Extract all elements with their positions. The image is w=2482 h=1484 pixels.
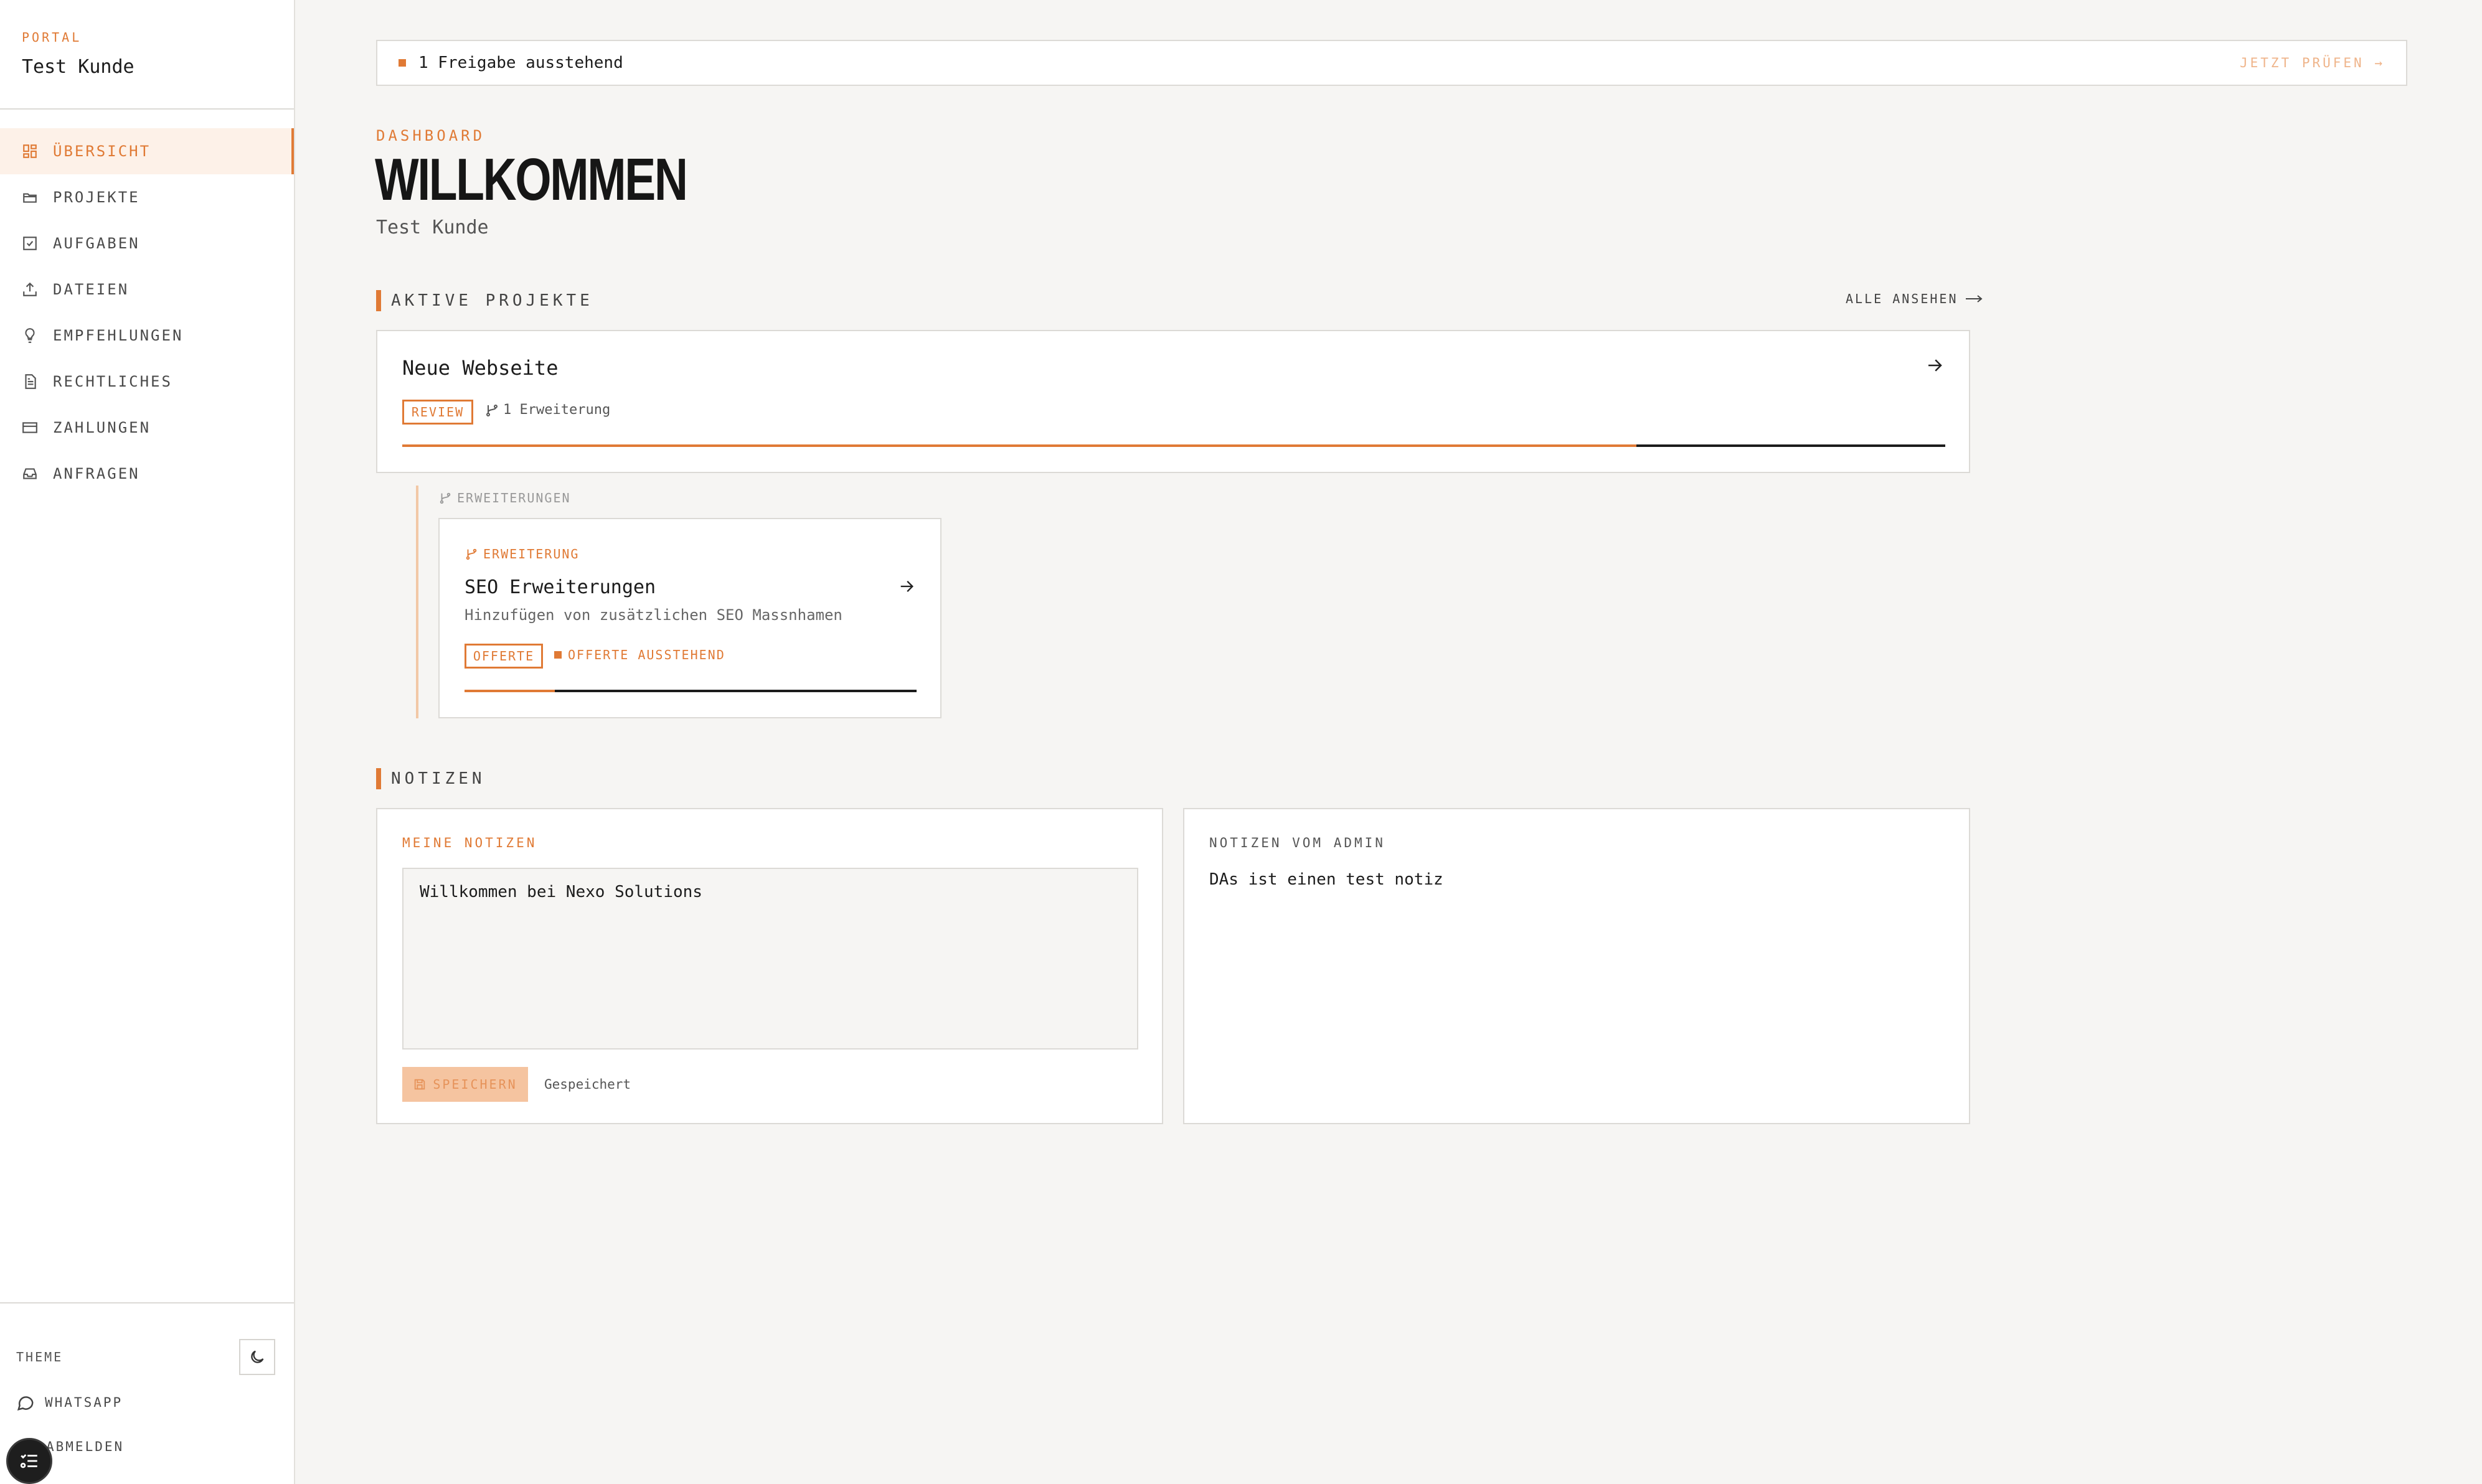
save-icon [415,1079,425,1090]
my-notes-textarea[interactable]: Willkommen bei Nexo Solutions [402,868,1138,1050]
banner-text: 1 Freigabe ausstehend [418,54,623,72]
admin-notes-card: NOTIZEN VOM ADMIN DAs ist einen test not… [1183,808,1970,1124]
extension-description: Hinzufügen von zusätzlichen SEO Massnham… [465,606,842,624]
sidebar-item-label: ANFRAGEN [53,465,140,482]
saved-status: Gespeichert [544,1077,631,1092]
branch-icon [486,404,498,416]
sidebar-item-label: PROJEKTE [53,189,140,206]
checkbox-icon [22,235,38,251]
banner-message: 1 Freigabe ausstehend [399,54,623,72]
see-all-label: ALLE ANSEHEN [1846,291,1958,306]
logout-label: ABMELDEN [46,1439,125,1454]
sidebar-item-requests[interactable]: ANFRAGEN [0,451,294,497]
project-name: Neue Webseite [402,356,559,380]
arrow-right-icon[interactable] [1925,356,1944,375]
extension-count: 1 Erweiterung [484,402,610,418]
client-name: Test Kunde [22,56,134,78]
sidebar-item-label: EMPFEHLUNGEN [53,327,184,344]
approval-banner: 1 Freigabe ausstehend JETZT PRÜFEN → [376,40,2407,86]
divider [0,108,294,110]
review-now-link[interactable]: JETZT PRÜFEN → [2240,55,2385,70]
section-title: AKTIVE PROJEKTE [391,291,593,310]
extensions-label: ERWEITERUNGEN [438,491,571,505]
portal-label: PORTAL [22,30,82,45]
admin-notes-title: NOTIZEN VOM ADMIN [1209,835,1385,850]
divider [0,1302,294,1303]
lightbulb-icon [22,327,38,344]
status-square [399,59,406,67]
theme-row: THEME [16,1338,275,1376]
my-notes-title: MEINE NOTIZEN [402,835,537,850]
extension-status-text: OFFERTE AUSSTEHEND [568,647,725,662]
extension-eyebrow-text: ERWEITERUNG [483,547,580,561]
notes-heading: NOTIZEN [376,768,486,789]
sidebar: PORTAL Test Kunde ÜBERSICHT PROJEKTE AUF… [0,0,295,1484]
extension-eyebrow: ERWEITERUNG [465,547,579,561]
main-content: 1 Freigabe ausstehend JETZT PRÜFEN → DAS… [295,0,2482,1484]
theme-toggle-button[interactable] [239,1339,275,1375]
my-notes-card: MEINE NOTIZEN Willkommen bei Nexo Soluti… [376,808,1163,1124]
list-filter-icon [20,1454,37,1468]
extension-name: SEO Erweiterungen [465,576,656,598]
sidebar-item-files[interactable]: DATEIEN [0,266,294,312]
status-badge: OFFERTE [465,644,543,669]
section-accent-bar [376,768,381,789]
sidebar-nav: ÜBERSICHT PROJEKTE AUFGABEN DATEIEN EMPF… [0,128,294,497]
page-eyebrow: DASHBOARD [376,127,486,144]
page-title: WILLKOMMEN [375,146,688,213]
extension-connector-line [416,486,418,718]
save-label: SPEICHERN [433,1077,517,1092]
arrow-right-icon[interactable] [898,578,915,595]
whatsapp-link[interactable]: WHATSAPP [16,1393,123,1412]
document-icon [22,373,38,390]
section-title: NOTIZEN [391,769,486,788]
theme-label: THEME [16,1350,64,1364]
sidebar-item-overview[interactable]: ÜBERSICHT [0,128,294,174]
sidebar-item-tasks[interactable]: AUFGABEN [0,220,294,266]
project-card[interactable]: Neue Webseite REVIEW 1 Erweiterung [376,330,1970,473]
section-accent-bar [376,290,381,311]
status-square [554,651,562,659]
sidebar-item-projects[interactable]: PROJEKTE [0,174,294,220]
credit-card-icon [22,420,38,436]
brand: PORTAL Test Kunde [22,30,134,78]
sidebar-item-legal[interactable]: RECHTLICHES [0,359,294,405]
moon-icon [251,1350,264,1363]
sidebar-item-recommendations[interactable]: EMPFEHLUNGEN [0,312,294,359]
extension-progress-bar [465,690,917,692]
project-progress-bar [402,444,1945,447]
extension-card[interactable]: ERWEITERUNG SEO Erweiterungen Hinzufügen… [438,518,941,718]
status-badge: REVIEW [402,400,473,425]
extension-status: OFFERTE AUSSTEHEND [554,647,725,662]
sidebar-item-payments[interactable]: ZAHLUNGEN [0,405,294,451]
long-arrow-right-icon [1965,295,1983,303]
sidebar-item-label: AUFGABEN [53,235,140,252]
logout-link[interactable]: ABMELDEN [46,1439,124,1454]
page-subtitle: Test Kunde [376,217,489,238]
progress-fill [402,444,1637,447]
branch-icon [440,492,451,504]
sidebar-item-label: RECHTLICHES [53,373,172,390]
extension-count-text: 1 Erweiterung [503,402,611,418]
chat-bubble-icon [17,1396,34,1411]
save-button[interactable]: SPEICHERN [402,1067,528,1102]
sidebar-item-label: ÜBERSICHT [53,143,151,160]
quick-menu-button[interactable] [6,1438,52,1484]
progress-fill [465,690,555,692]
dashboard-icon [22,143,38,159]
folder-icon [22,189,38,205]
upload-icon [22,281,38,298]
active-projects-heading: AKTIVE PROJEKTE [376,290,593,311]
extensions-label-text: ERWEITERUNGEN [457,491,571,505]
whatsapp-label: WHATSAPP [45,1395,123,1410]
admin-note-text: DAs ist einen test notiz [1209,870,1443,889]
inbox-icon [22,466,38,482]
see-all-link[interactable]: ALLE ANSEHEN [1846,291,1983,306]
branch-icon [466,548,477,560]
sidebar-item-label: DATEIEN [53,281,130,298]
sidebar-item-label: ZAHLUNGEN [53,419,151,436]
